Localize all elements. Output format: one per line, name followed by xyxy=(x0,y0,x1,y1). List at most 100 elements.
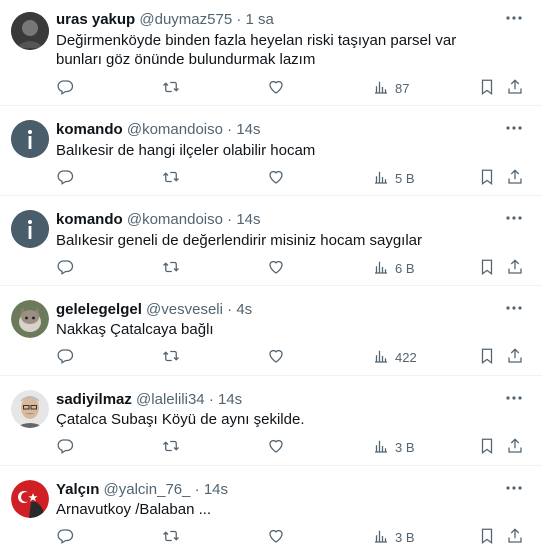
reply-button[interactable] xyxy=(56,77,74,99)
timestamp[interactable]: 14s xyxy=(236,121,260,138)
share-icon xyxy=(506,78,524,99)
more-icon[interactable] xyxy=(502,478,526,498)
tweet[interactable]: Yalçın @yalcin_76_ · 14s Arnavutkoy /Bal… xyxy=(0,466,542,554)
timestamp[interactable]: 1 sa xyxy=(246,11,274,28)
avatar[interactable] xyxy=(11,300,49,338)
views-button[interactable]: 6 B xyxy=(372,257,415,279)
avatar[interactable] xyxy=(11,120,49,158)
display-name[interactable]: Yalçın xyxy=(56,481,99,498)
user-handle[interactable]: @yalcin_76_ xyxy=(104,481,191,498)
share-button[interactable] xyxy=(506,526,524,548)
views-icon xyxy=(372,168,390,189)
like-button[interactable] xyxy=(267,436,285,458)
bookmark-button[interactable] xyxy=(478,257,496,279)
like-button[interactable] xyxy=(267,346,285,368)
like-icon xyxy=(267,168,285,189)
views-icon xyxy=(372,347,390,368)
views-count: 3 B xyxy=(395,529,415,545)
tweet-header: sadiyilmaz @lalelili34 · 14s xyxy=(56,391,242,409)
retweet-icon xyxy=(162,437,180,458)
timestamp[interactable]: 4s xyxy=(236,301,252,318)
action-bar: 6 B xyxy=(56,257,526,279)
views-count: 3 B xyxy=(395,439,415,455)
retweet-button[interactable] xyxy=(162,436,180,458)
views-icon xyxy=(372,78,390,99)
separator-dot: · xyxy=(227,301,233,318)
reply-icon xyxy=(56,258,74,279)
avatar[interactable] xyxy=(11,12,49,50)
reply-button[interactable] xyxy=(56,526,74,548)
more-icon[interactable] xyxy=(502,8,526,28)
share-button[interactable] xyxy=(506,77,524,99)
tweet-header: Yalçın @yalcin_76_ · 14s xyxy=(56,481,228,499)
reply-icon xyxy=(56,527,74,548)
user-handle[interactable]: @vesveseli xyxy=(146,301,223,318)
reply-button[interactable] xyxy=(56,257,74,279)
timestamp[interactable]: 14s xyxy=(204,481,228,498)
more-icon[interactable] xyxy=(502,118,526,138)
tweet-header: komando @komandoiso · 14s xyxy=(56,211,261,229)
views-count: 422 xyxy=(395,349,417,365)
reply-button[interactable] xyxy=(56,436,74,458)
user-handle[interactable]: @komandoiso xyxy=(127,121,223,138)
bookmark-button[interactable] xyxy=(478,526,496,548)
retweet-button[interactable] xyxy=(162,257,180,279)
action-bar: 3 B xyxy=(56,436,526,458)
views-button[interactable]: 3 B xyxy=(372,526,415,548)
display-name[interactable]: gelelegelgel xyxy=(56,301,142,318)
tweet[interactable]: komando @komandoiso · 14s Balıkesir gene… xyxy=(0,196,542,286)
bookmark-button[interactable] xyxy=(478,346,496,368)
separator-dot: · xyxy=(194,481,200,498)
display-name[interactable]: komando xyxy=(56,121,123,138)
more-icon[interactable] xyxy=(502,298,526,318)
share-icon xyxy=(506,437,524,458)
user-handle[interactable]: @lalelili34 xyxy=(136,391,205,408)
avatar[interactable] xyxy=(11,480,49,518)
bookmark-button[interactable] xyxy=(478,167,496,189)
like-button[interactable] xyxy=(267,526,285,548)
like-icon xyxy=(267,437,285,458)
tweet[interactable]: sadiyilmaz @lalelili34 · 14s Çatalca Sub… xyxy=(0,376,542,466)
share-button[interactable] xyxy=(506,346,524,368)
share-button[interactable] xyxy=(506,167,524,189)
retweet-button[interactable] xyxy=(162,77,180,99)
display-name[interactable]: komando xyxy=(56,211,123,228)
views-button[interactable]: 422 xyxy=(372,346,417,368)
bookmark-icon xyxy=(478,527,496,548)
bookmark-icon xyxy=(478,78,496,99)
separator-dot: · xyxy=(227,121,233,138)
like-button[interactable] xyxy=(267,257,285,279)
avatar[interactable] xyxy=(11,390,49,428)
tweet-text: Değirmenköyde binden fazla heyelan riski… xyxy=(56,32,457,68)
views-button[interactable]: 3 B xyxy=(372,436,415,458)
timestamp[interactable]: 14s xyxy=(236,211,260,228)
like-button[interactable] xyxy=(267,167,285,189)
retweet-button[interactable] xyxy=(162,167,180,189)
reply-button[interactable] xyxy=(56,346,74,368)
retweet-button[interactable] xyxy=(162,526,180,548)
timestamp[interactable]: 14s xyxy=(218,391,242,408)
tweet[interactable]: komando @komandoiso · 14s Balıkesir de h… xyxy=(0,106,542,196)
action-bar: 87 xyxy=(56,77,526,99)
more-icon[interactable] xyxy=(502,388,526,408)
like-icon xyxy=(267,527,285,548)
views-button[interactable]: 5 B xyxy=(372,167,415,189)
retweet-button[interactable] xyxy=(162,346,180,368)
more-icon[interactable] xyxy=(502,208,526,228)
views-button[interactable]: 87 xyxy=(372,77,409,99)
share-icon xyxy=(506,258,524,279)
display-name[interactable]: uras yakup xyxy=(56,11,135,28)
bookmark-button[interactable] xyxy=(478,436,496,458)
tweet[interactable]: uras yakup @duymaz575 · 1 sa Değirmenköy… xyxy=(0,0,542,106)
bookmark-button[interactable] xyxy=(478,77,496,99)
user-handle[interactable]: @duymaz575 xyxy=(139,11,232,28)
bookmark-icon xyxy=(478,258,496,279)
tweet[interactable]: gelelegelgel @vesveseli · 4s Nakkaş Çata… xyxy=(0,286,542,376)
display-name[interactable]: sadiyilmaz xyxy=(56,391,132,408)
like-button[interactable] xyxy=(267,77,285,99)
share-button[interactable] xyxy=(506,436,524,458)
reply-button[interactable] xyxy=(56,167,74,189)
share-button[interactable] xyxy=(506,257,524,279)
user-handle[interactable]: @komandoiso xyxy=(127,211,223,228)
avatar[interactable] xyxy=(11,210,49,248)
